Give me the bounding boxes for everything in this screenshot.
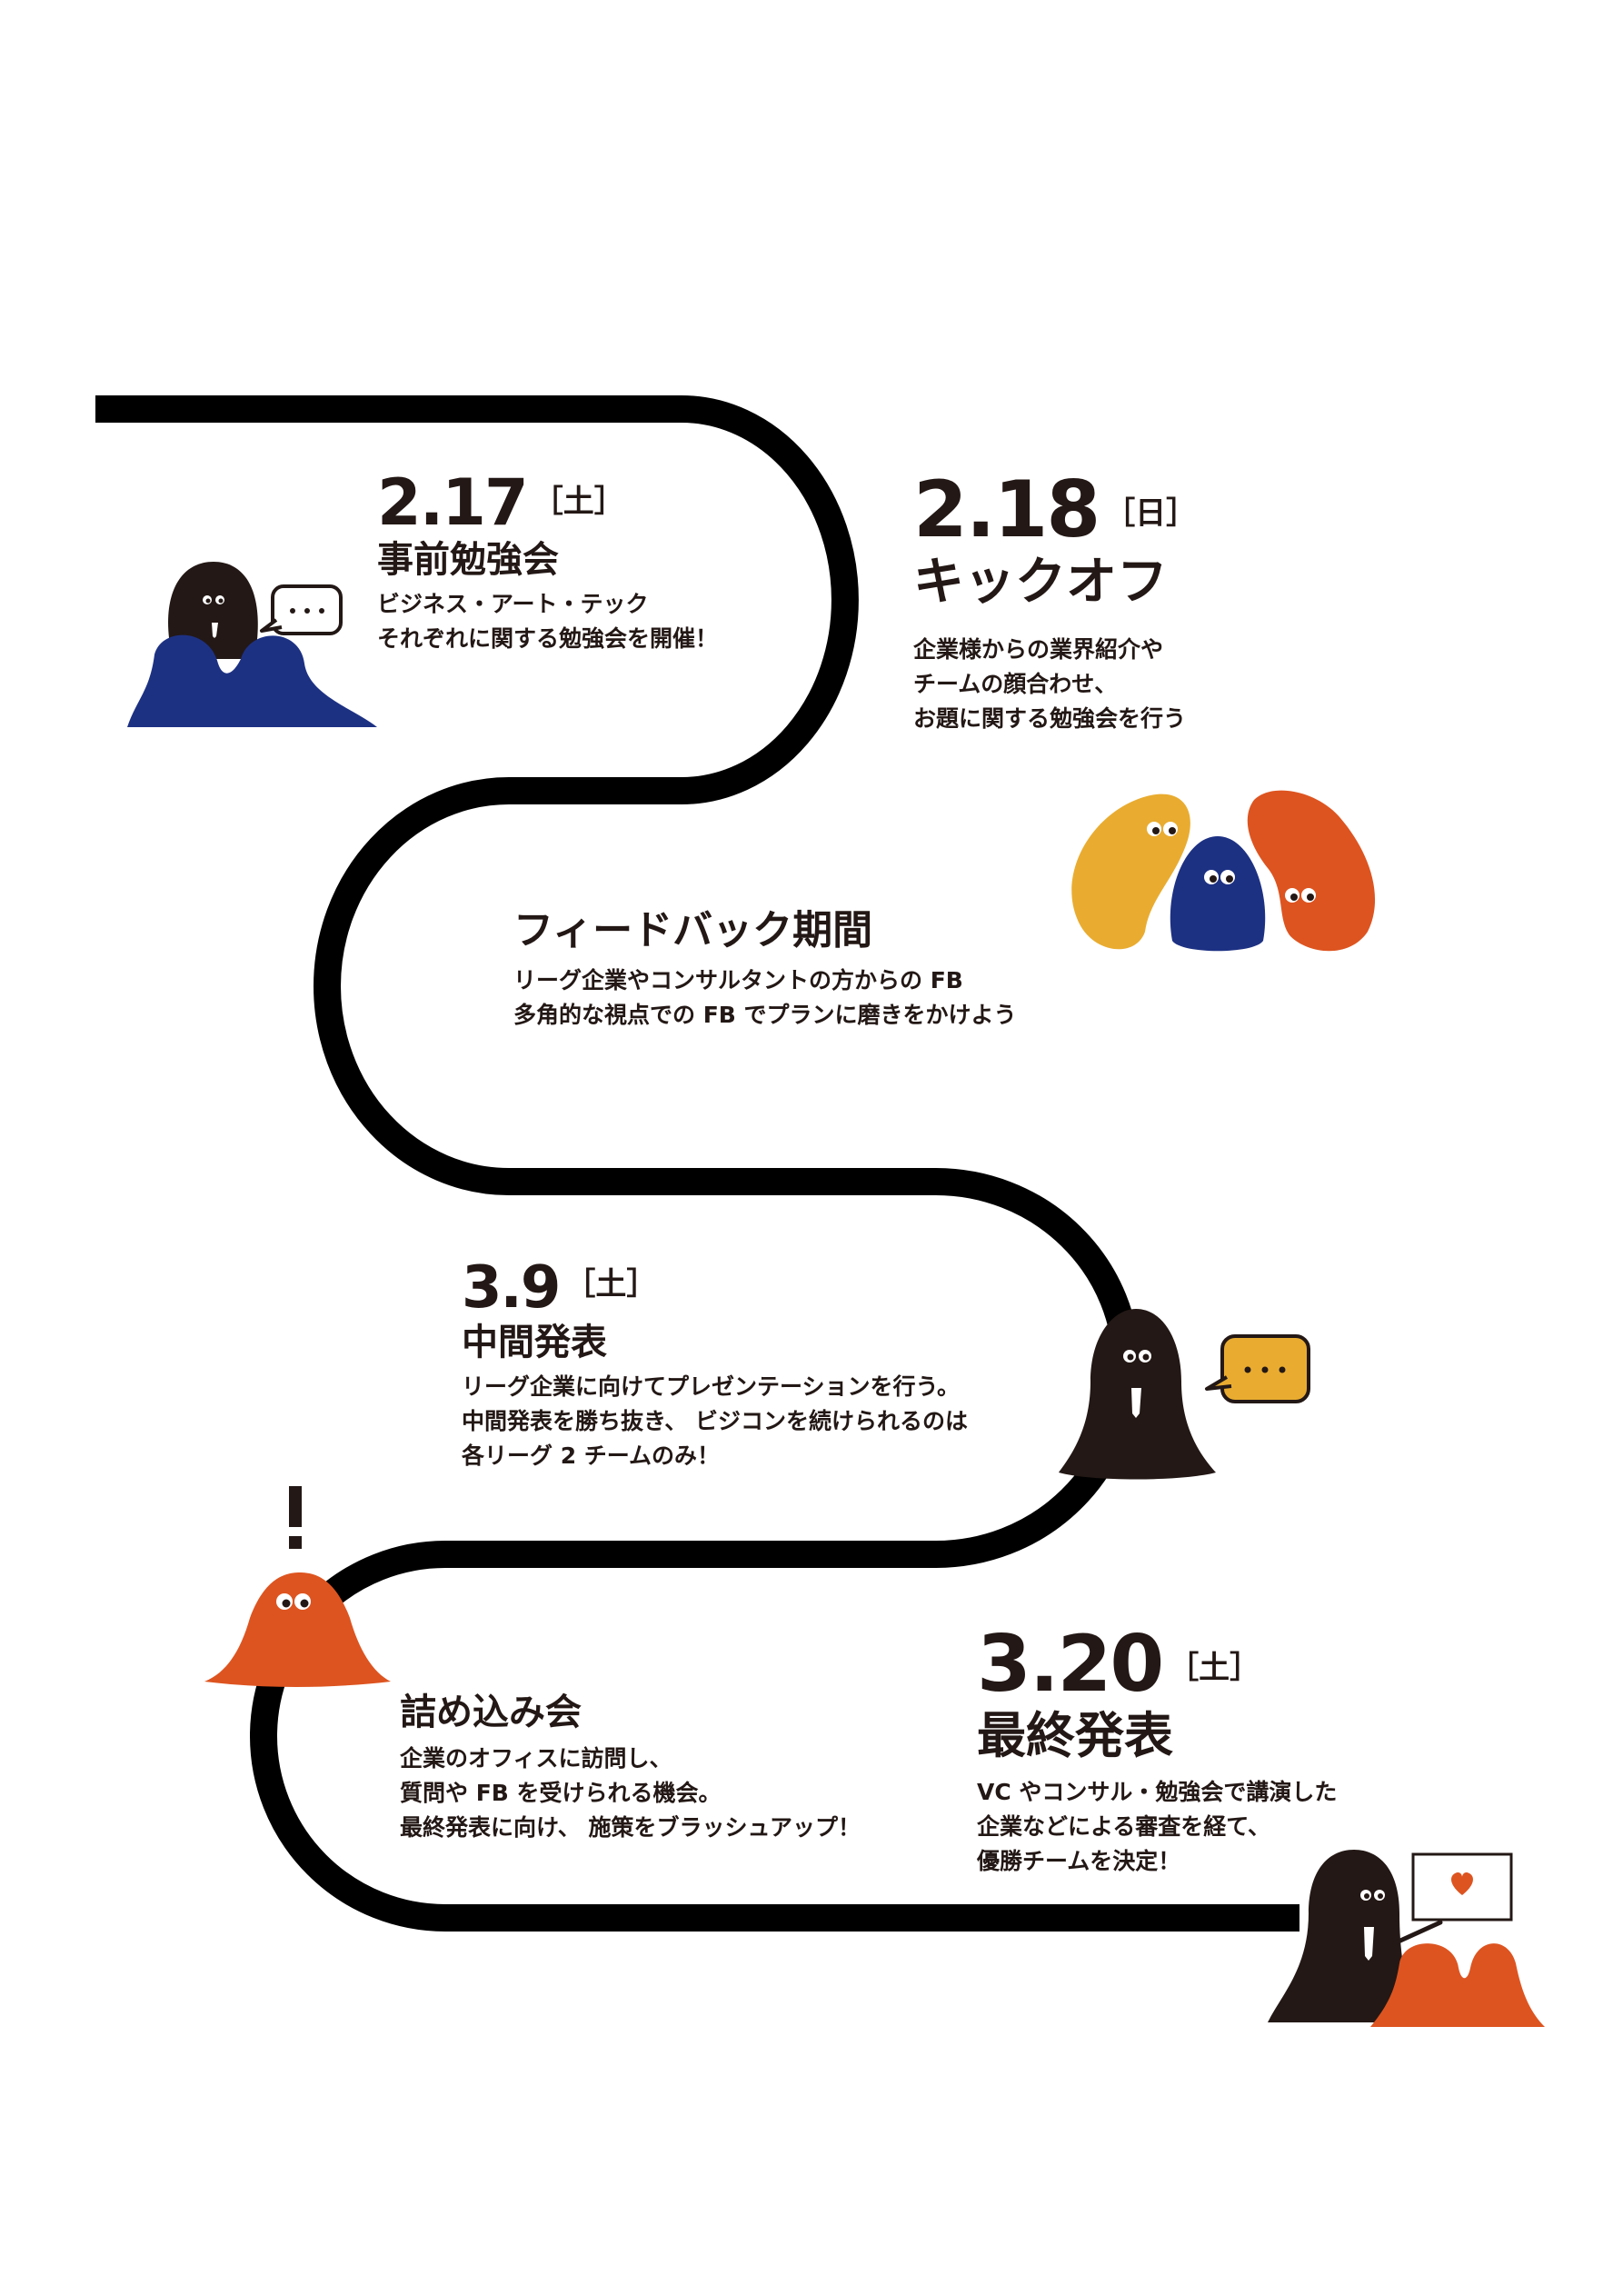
description-line: 質問や FB を受けられる機会。 [400, 1780, 722, 1806]
event-title: 中間発表 [462, 1322, 607, 1363]
event-day: ［土］ [532, 484, 625, 520]
event-title: 最終発表 [977, 1707, 1173, 1764]
speech-bubble-icon [260, 584, 343, 635]
presenter-blob [1059, 1309, 1216, 1480]
event-title: 詰め込み会 [400, 1692, 582, 1733]
description-line: VC やコンサル・勉強会で講演した [977, 1779, 1338, 1806]
description-line: 企業などによる審査を経て、 [977, 1813, 1271, 1841]
event-feedback-period: フィードバック期間 リーグ企業やコンサルタントの方からの FB 多角的な視点での… [513, 907, 1017, 1033]
whiteboard [1411, 1852, 1513, 1922]
description-line: ビジネス・アート・テック [377, 591, 649, 617]
event-description: ビジネス・アート・テック それぞれに関する勉強会を開催！ [377, 587, 718, 656]
description-line: それぞれに関する勉強会を開催！ [377, 625, 719, 652]
event-date: 2.18 [913, 464, 1100, 555]
event-description: 企業のオフィスに訪問し、 質問や FB を受けられる機会。 最終発表に向け、 施… [400, 1742, 861, 1845]
event-kickoff: 2.18 ［日］ キックオフ 企業様からの業界紹介や チームの顔合わせ、 お題に関… [913, 471, 1197, 736]
trio-blobs [1071, 790, 1376, 952]
description-line: チームの顔合わせ、 [913, 670, 1118, 697]
audience-blobs [127, 634, 377, 727]
description-line: 企業様からの業界紹介や [913, 635, 1164, 663]
event-title: キックオフ [913, 553, 1168, 612]
description-line: 企業のオフィスに訪問し、 [400, 1745, 672, 1772]
event-date: 3.9 [462, 1254, 561, 1322]
event-title: 事前勉強会 [377, 539, 559, 581]
description-line: リーグ企業に向けてプレゼンテーションを行う。 [462, 1373, 961, 1400]
timeline-artwork [95, 395, 1545, 2027]
event-final: 3.20 ［土］ 最終発表 VC やコンサル・勉強会で講演した 企業などによる審査… [977, 1625, 1337, 1879]
event-description: リーグ企業やコンサルタントの方からの FB 多角的な視点での FB でプランに磨… [513, 963, 1017, 1033]
event-midterm: 3.9 ［土］ 中間発表 リーグ企業に向けてプレゼンテーションを行う。 中間発表を… [462, 1259, 968, 1473]
description-line: 各リーグ 2 チームのみ！ [462, 1442, 721, 1469]
description-line: 最終発表に向け、 施策をブラッシュアップ！ [400, 1814, 861, 1841]
event-title: フィードバック期間 [513, 907, 873, 953]
description-line: お題に関する勉強会を行う [913, 704, 1187, 732]
event-description: 企業様からの業界紹介や チームの顔合わせ、 お題に関する勉強会を行う [913, 633, 1197, 736]
description-line: 優勝チームを決定！ [977, 1848, 1181, 1875]
event-cram-session: 詰め込み会 企業のオフィスに訪問し、 質問や FB を受けられる機会。 最終発表… [400, 1692, 861, 1845]
event-date: 2.17 [377, 465, 529, 540]
event-date: 3.20 [977, 1619, 1164, 1710]
description-line: リーグ企業やコンサルタントの方からの FB [513, 967, 963, 994]
description-line: 中間発表を勝ち抜き、 ビジコンを続けられるのは [462, 1408, 968, 1434]
event-day: ［土］ [1168, 1650, 1261, 1686]
description-line: 多角的な視点での FB でプランに磨きをかけよう [513, 1002, 1017, 1029]
event-pre-study: 2.17 ［土］ 事前勉強会 ビジネス・アート・テック それぞれに関する勉強会を開… [377, 471, 718, 656]
event-description: リーグ企業に向けてプレゼンテーションを行う。 中間発表を勝ち抜き、 ビジコンを続… [462, 1370, 968, 1473]
event-description: VC やコンサル・勉強会で講演した 企業などによる審査を経て、 優勝チームを決定… [977, 1775, 1337, 1879]
event-day: ［土］ [564, 1266, 658, 1303]
event-day: ［日］ [1104, 495, 1198, 532]
speech-bubble-icon [1205, 1334, 1310, 1403]
